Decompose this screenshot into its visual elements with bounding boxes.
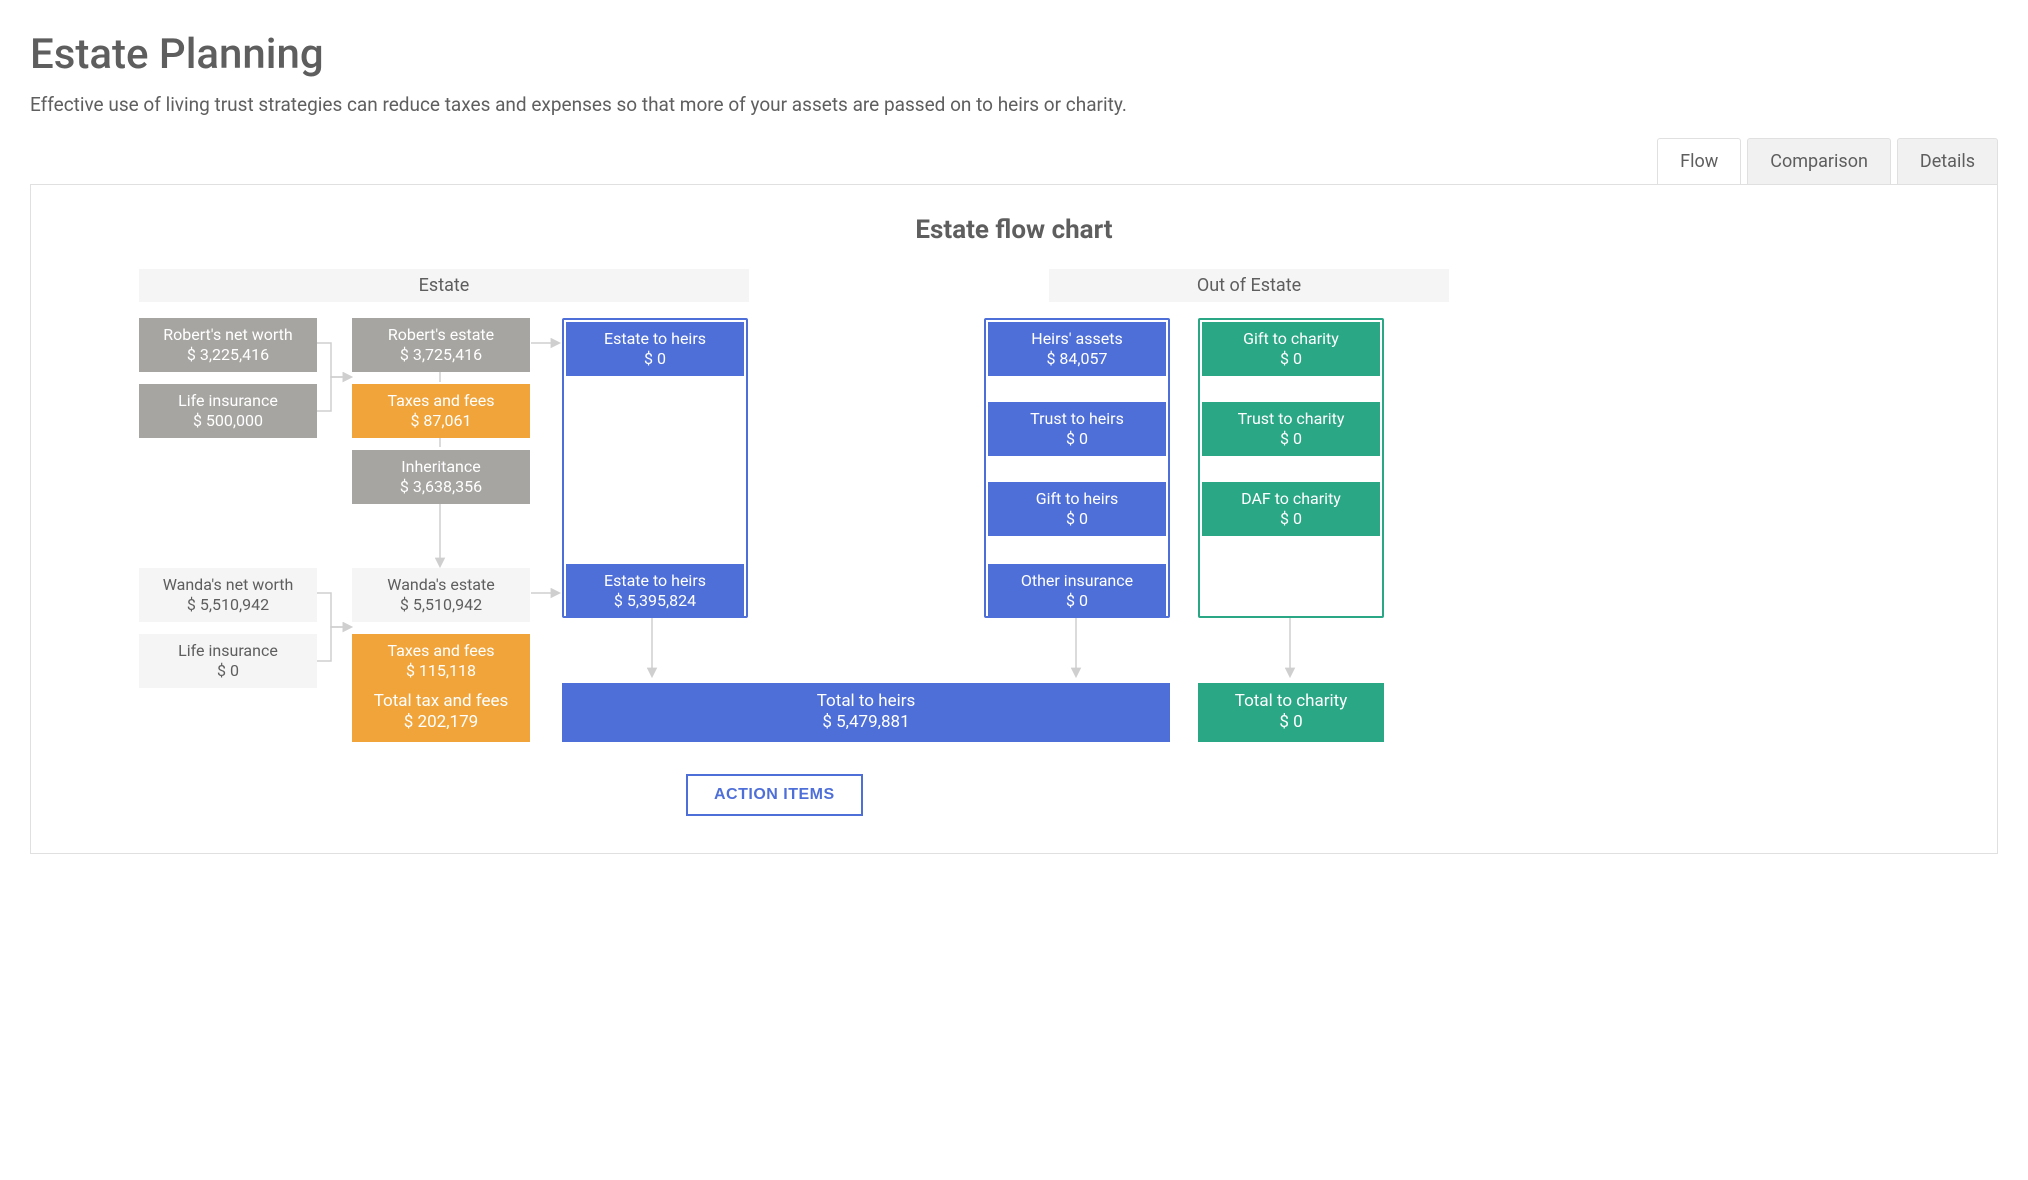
label: Taxes and fees bbox=[358, 391, 524, 411]
value: $ 0 bbox=[1208, 509, 1374, 529]
label: Total to charity bbox=[1204, 691, 1378, 712]
label: Total tax and fees bbox=[358, 691, 524, 712]
label: Robert's net worth bbox=[145, 325, 311, 345]
node-robert-taxes: Taxes and fees $ 87,061 bbox=[352, 384, 530, 438]
value: $ 5,510,942 bbox=[145, 595, 311, 615]
node-wanda-taxes: Taxes and fees $ 115,118 bbox=[352, 634, 530, 688]
node-daf-charity: DAF to charity $ 0 bbox=[1202, 482, 1380, 536]
bar-total-taxes: Total tax and fees $ 202,179 bbox=[352, 683, 530, 742]
value: $ 0 bbox=[994, 509, 1160, 529]
node-trust-charity: Trust to charity $ 0 bbox=[1202, 402, 1380, 456]
label: Inheritance bbox=[358, 457, 524, 477]
value: $ 3,725,416 bbox=[358, 345, 524, 365]
label: Gift to charity bbox=[1208, 329, 1374, 349]
node-heirs-assets: Heirs' assets $ 84,057 bbox=[988, 322, 1166, 376]
value: $ 5,510,942 bbox=[358, 595, 524, 615]
value: $ 5,479,881 bbox=[568, 712, 1164, 733]
node-wanda-estate: Wanda's estate $ 5,510,942 bbox=[352, 568, 530, 622]
tab-comparison[interactable]: Comparison bbox=[1747, 138, 1891, 185]
value: $ 5,395,824 bbox=[572, 591, 738, 611]
bar-total-charity: Total to charity $ 0 bbox=[1198, 683, 1384, 742]
value: $ 0 bbox=[994, 429, 1160, 449]
node-robert-life-ins: Life insurance $ 500,000 bbox=[139, 384, 317, 438]
label: Other insurance bbox=[994, 571, 1160, 591]
value: $ 3,225,416 bbox=[145, 345, 311, 365]
value: $ 115,118 bbox=[358, 661, 524, 681]
value: $ 84,057 bbox=[994, 349, 1160, 369]
value: $ 0 bbox=[145, 661, 311, 681]
label: Life insurance bbox=[145, 641, 311, 661]
label: Robert's estate bbox=[358, 325, 524, 345]
label: Trust to charity bbox=[1208, 409, 1374, 429]
page-subtitle: Effective use of living trust strategies… bbox=[30, 93, 1998, 116]
node-other-ins: Other insurance $ 0 bbox=[988, 564, 1166, 618]
node-wanda-networth: Wanda's net worth $ 5,510,942 bbox=[139, 568, 317, 622]
label: Estate to heirs bbox=[572, 571, 738, 591]
label: Total to heirs bbox=[568, 691, 1164, 712]
node-inheritance: Inheritance $ 3,638,356 bbox=[352, 450, 530, 504]
group-header-estate: Estate bbox=[139, 269, 749, 302]
label: Wanda's net worth bbox=[145, 575, 311, 595]
label: Taxes and fees bbox=[358, 641, 524, 661]
node-estate-heirs-1: Estate to heirs $ 0 bbox=[566, 322, 744, 376]
value: $ 202,179 bbox=[358, 712, 524, 733]
label: Gift to heirs bbox=[994, 489, 1160, 509]
node-gift-charity: Gift to charity $ 0 bbox=[1202, 322, 1380, 376]
label: Life insurance bbox=[145, 391, 311, 411]
value: $ 87,061 bbox=[358, 411, 524, 431]
node-trust-heirs: Trust to heirs $ 0 bbox=[988, 402, 1166, 456]
value: $ 0 bbox=[1208, 429, 1374, 449]
label: Estate to heirs bbox=[572, 329, 738, 349]
value: $ 500,000 bbox=[145, 411, 311, 431]
value: $ 0 bbox=[1208, 349, 1374, 369]
tab-flow[interactable]: Flow bbox=[1657, 138, 1741, 185]
value: $ 0 bbox=[572, 349, 738, 369]
bar-total-heirs: Total to heirs $ 5,479,881 bbox=[562, 683, 1170, 742]
flow-panel: Estate flow chart Estate Out of Estate bbox=[30, 184, 1998, 854]
chart-title: Estate flow chart bbox=[66, 215, 1962, 245]
node-estate-heirs-2: Estate to heirs $ 5,395,824 bbox=[566, 564, 744, 618]
tabs: Flow Comparison Details bbox=[30, 138, 1998, 185]
node-robert-networth: Robert's net worth $ 3,225,416 bbox=[139, 318, 317, 372]
value: $ 0 bbox=[994, 591, 1160, 611]
tab-details[interactable]: Details bbox=[1897, 138, 1998, 185]
node-wanda-life-ins: Life insurance $ 0 bbox=[139, 634, 317, 688]
label: DAF to charity bbox=[1208, 489, 1374, 509]
group-header-out: Out of Estate bbox=[1049, 269, 1449, 302]
node-gift-heirs: Gift to heirs $ 0 bbox=[988, 482, 1166, 536]
page-title: Estate Planning bbox=[30, 30, 1998, 79]
label: Trust to heirs bbox=[994, 409, 1160, 429]
value: $ 3,638,356 bbox=[358, 477, 524, 497]
label: Heirs' assets bbox=[994, 329, 1160, 349]
node-robert-estate: Robert's estate $ 3,725,416 bbox=[352, 318, 530, 372]
label: Wanda's estate bbox=[358, 575, 524, 595]
flow-area: Robert's net worth $ 3,225,416 Life insu… bbox=[66, 318, 1962, 818]
value: $ 0 bbox=[1204, 712, 1378, 733]
action-items-button[interactable]: ACTION ITEMS bbox=[686, 774, 863, 816]
